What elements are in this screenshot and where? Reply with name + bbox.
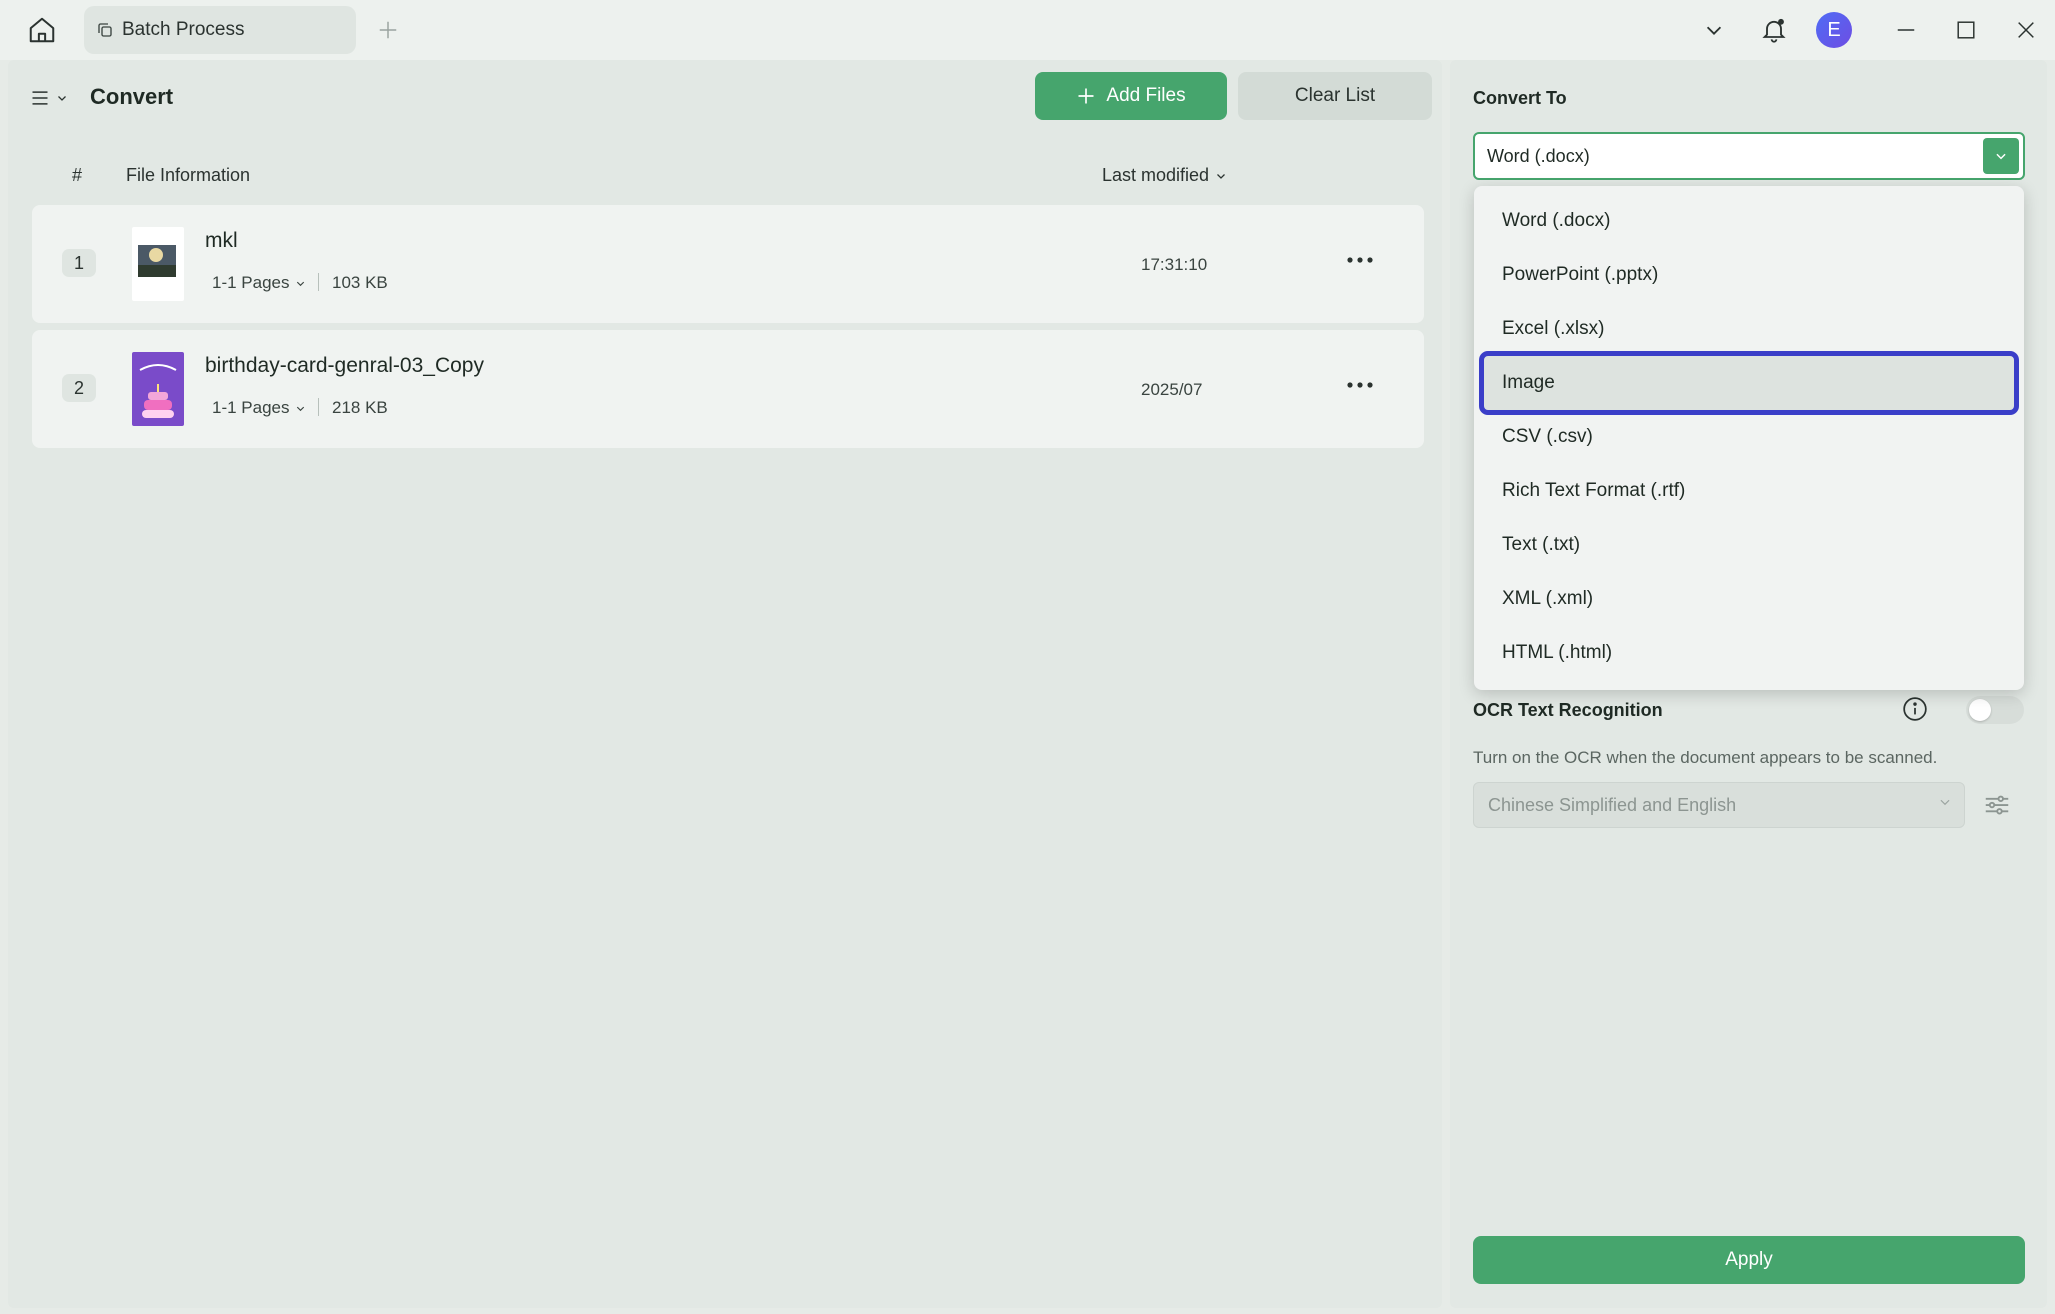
- plus-icon: [1078, 88, 1094, 104]
- column-header-file-info: File Information: [126, 165, 251, 185]
- file-name: mkl: [205, 229, 238, 252]
- page-range-label: 1-1 Pages: [212, 398, 290, 417]
- file-thumbnail: [132, 227, 184, 301]
- title-bar: Batch Process E: [0, 0, 2055, 60]
- format-option-rtf[interactable]: Rich Text Format (.rtf): [1474, 464, 2024, 518]
- toggle-knob: [1969, 699, 1991, 721]
- more-options-button[interactable]: [1342, 245, 1378, 275]
- selected-format: Word (.docx): [1487, 145, 1590, 166]
- add-files-button[interactable]: Add Files: [1035, 72, 1227, 120]
- divider: [318, 273, 319, 291]
- more-horizontal-icon: [1347, 382, 1373, 388]
- column-header-number: #: [72, 165, 83, 185]
- home-button[interactable]: [22, 12, 62, 48]
- ocr-toggle[interactable]: [1966, 696, 2024, 724]
- page-range-dropdown[interactable]: 1-1 Pages: [212, 273, 306, 293]
- sort-last-modified[interactable]: Last modified: [1102, 165, 1227, 186]
- format-option-html[interactable]: HTML (.html): [1474, 626, 2024, 680]
- ocr-label: OCR Text Recognition: [1473, 700, 1663, 720]
- add-files-label: Add Files: [1106, 85, 1186, 106]
- format-option-word[interactable]: Word (.docx): [1474, 194, 2024, 248]
- sliders-icon: [1985, 795, 2009, 815]
- new-tab-button[interactable]: [372, 14, 404, 46]
- clear-list-button[interactable]: Clear List: [1238, 72, 1432, 120]
- file-row[interactable]: 2 birthday-card-genral-03_Copy 1-1 Pages…: [32, 330, 1424, 448]
- page-range-label: 1-1 Pages: [212, 273, 290, 292]
- plus-icon: [379, 21, 397, 39]
- page-range-dropdown[interactable]: 1-1 Pages: [212, 398, 306, 418]
- format-option-excel[interactable]: Excel (.xlsx): [1474, 302, 2024, 356]
- row-number: 1: [62, 249, 96, 277]
- convert-panel: Convert Add Files Clear List # File Info…: [8, 60, 1442, 1308]
- format-option-image[interactable]: Image: [1479, 351, 2019, 415]
- chevron-down-icon: [296, 406, 304, 411]
- ocr-language-value: Chinese Simplified and English: [1488, 794, 1737, 815]
- convert-to-label: Convert To: [1473, 88, 1567, 108]
- avatar: E: [1816, 12, 1852, 48]
- format-option-text[interactable]: Text (.txt): [1474, 518, 2024, 572]
- menu-button[interactable]: [30, 82, 74, 114]
- file-row[interactable]: 1 mkl 1-1 Pages 103 KB 17:31:10: [32, 205, 1424, 323]
- file-modified: 17:31:10: [1141, 255, 1208, 274]
- minimize-icon: [1897, 29, 1915, 31]
- tabs-dropdown-button[interactable]: [1694, 10, 1734, 50]
- file-size: 103 KB: [332, 273, 388, 292]
- ocr-settings-button[interactable]: [1982, 790, 2012, 820]
- format-select[interactable]: Word (.docx): [1473, 132, 2025, 180]
- ocr-info-button[interactable]: [1902, 696, 1928, 722]
- file-thumbnail: [132, 352, 184, 426]
- file-name: birthday-card-genral-03_Copy: [205, 354, 484, 377]
- tab-label: Batch Process: [122, 19, 245, 40]
- format-option-csv[interactable]: CSV (.csv): [1474, 410, 2024, 464]
- account-avatar[interactable]: E: [1814, 10, 1854, 50]
- info-icon: [1903, 697, 1927, 721]
- chevron-down-icon: [296, 281, 304, 286]
- chevron-down-icon: [1706, 26, 1722, 35]
- file-size: 218 KB: [332, 398, 388, 417]
- chevron-down-icon: [58, 96, 66, 101]
- close-button[interactable]: [2006, 10, 2046, 50]
- more-options-button[interactable]: [1342, 370, 1378, 400]
- notifications-button[interactable]: [1754, 10, 1794, 50]
- page-title: Convert: [90, 84, 174, 109]
- apply-button[interactable]: Apply: [1473, 1236, 2025, 1284]
- format-dropdown-menu: Word (.docx) PowerPoint (.pptx) Excel (.…: [1474, 186, 2024, 690]
- bell-icon: [1762, 18, 1786, 43]
- maximize-button[interactable]: [1946, 10, 1986, 50]
- copy-icon: [98, 23, 112, 37]
- tab-batch-process[interactable]: Batch Process: [84, 6, 356, 54]
- close-icon: [2018, 22, 2034, 38]
- format-option-powerpoint[interactable]: PowerPoint (.pptx): [1474, 248, 2024, 302]
- file-modified: 2025/07: [1141, 380, 1203, 399]
- chevron-down-icon: [1996, 153, 2006, 160]
- hamburger-icon: [32, 91, 48, 105]
- ocr-hint: Turn on the OCR when the document appear…: [1473, 748, 1938, 767]
- maximize-icon: [1957, 21, 1975, 39]
- format-option-xml[interactable]: XML (.xml): [1474, 572, 2024, 626]
- minimize-button[interactable]: [1886, 10, 1926, 50]
- chevron-down-icon: [1940, 799, 1950, 806]
- format-dropdown-toggle[interactable]: [1983, 138, 2019, 174]
- chevron-down-icon: [1217, 173, 1226, 179]
- more-horizontal-icon: [1347, 257, 1373, 263]
- home-icon: [29, 17, 55, 43]
- divider: [318, 398, 319, 416]
- ocr-language-select[interactable]: Chinese Simplified and English: [1473, 782, 1965, 828]
- column-header-last-modified: Last modified: [1102, 165, 1210, 185]
- row-number: 2: [62, 374, 96, 402]
